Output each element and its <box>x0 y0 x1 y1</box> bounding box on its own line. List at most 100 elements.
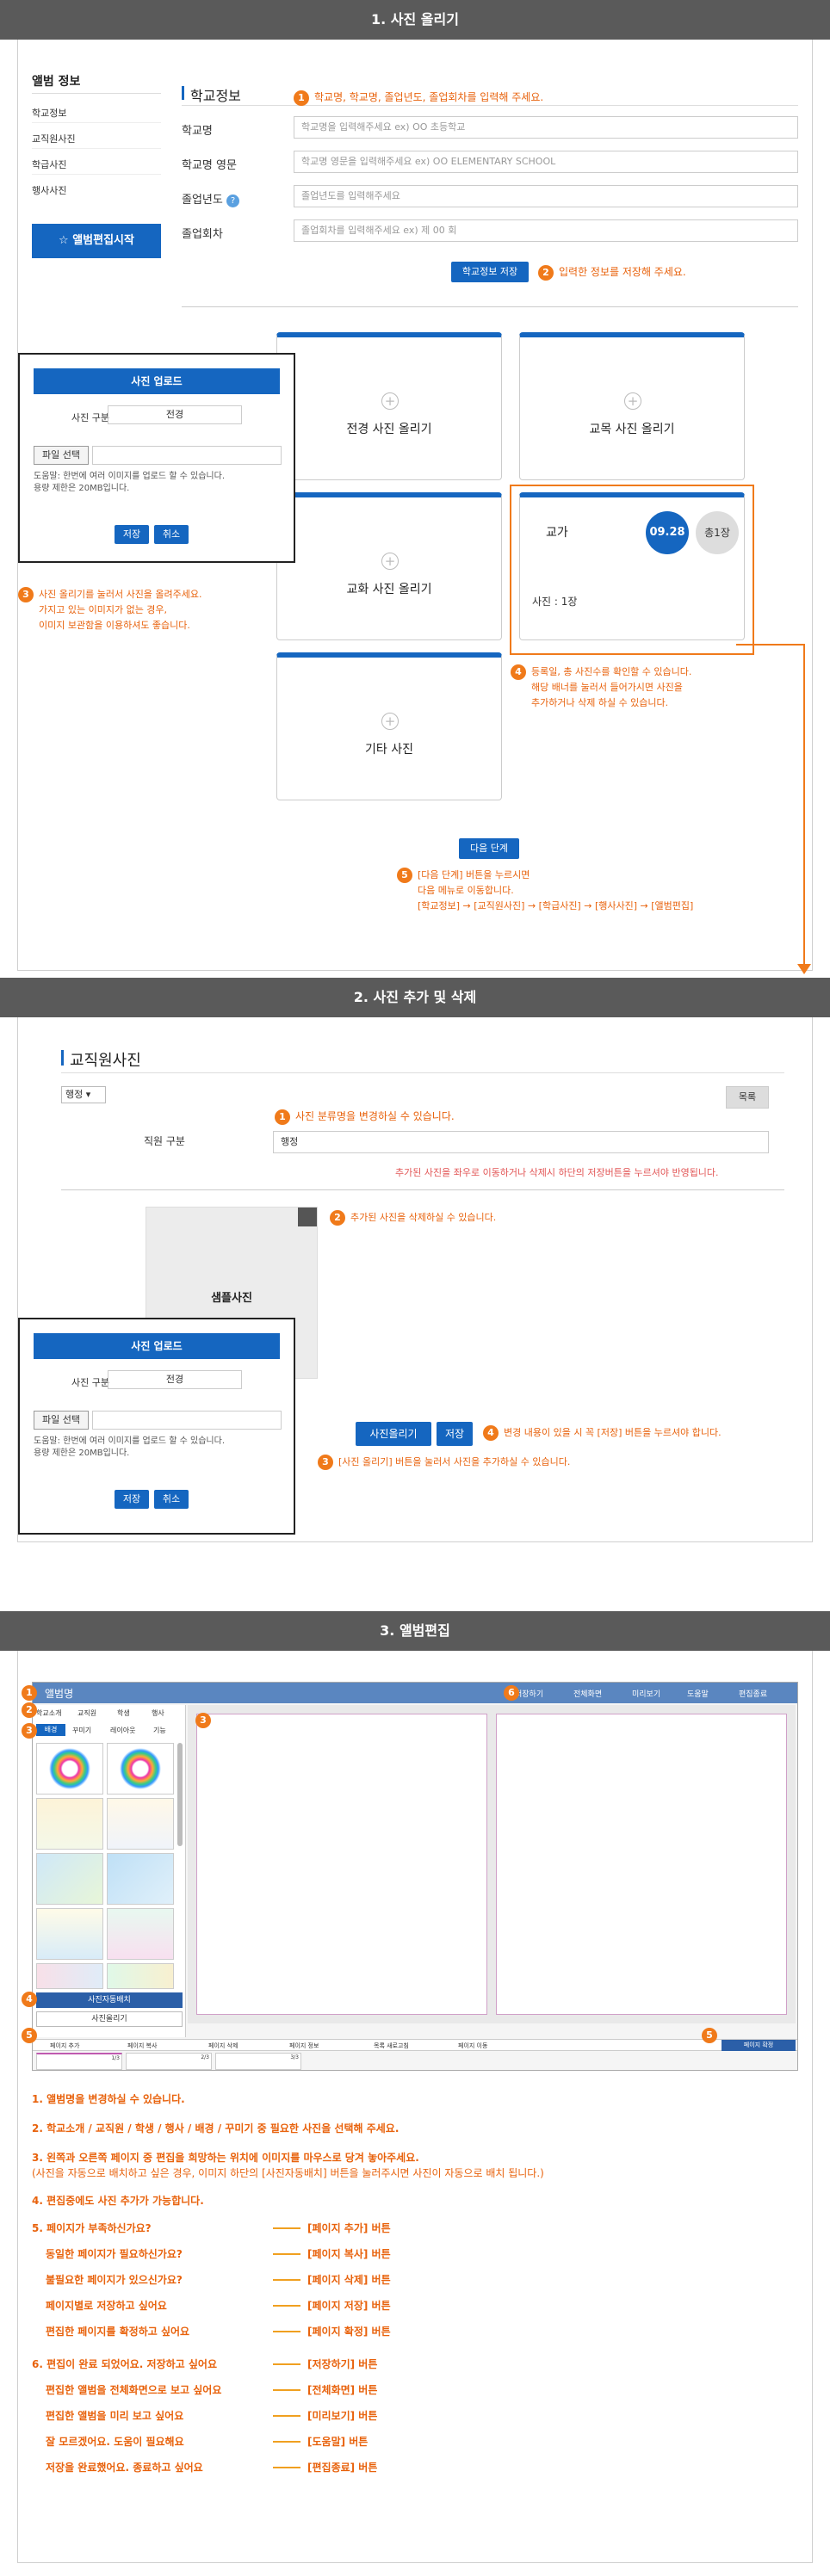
top-preview-button[interactable]: 미리보기 <box>632 1688 660 1699</box>
top-help-button[interactable]: 도움말 <box>687 1688 709 1699</box>
star-icon: ☆ <box>59 234 69 247</box>
card-school-flower-photo[interactable]: + 교화 사진 올리기 <box>276 492 502 640</box>
section3-title: 3. 앨범편집 <box>0 1611 830 1651</box>
page-confirm-button[interactable]: 페이지 확정 <box>722 2040 796 2051</box>
card-title: 기타 사진 <box>365 743 413 757</box>
page-info-button[interactable]: 페이지 정보 <box>289 2042 319 2050</box>
marker-2: 2 <box>22 1702 37 1718</box>
help-icon[interactable]: ? <box>226 195 239 207</box>
guide-answer: [미리보기] 버튼 <box>307 2410 378 2422</box>
popup-save-button[interactable]: 저장 <box>115 525 149 544</box>
page-move-button[interactable]: 페이지 이동 <box>458 2042 487 2050</box>
sidebar-item-school-info[interactable]: 학교정보 <box>32 106 66 120</box>
list-button[interactable]: 목록 <box>726 1086 769 1109</box>
photo-type-select[interactable]: 전경 <box>108 405 242 424</box>
thumb-image[interactable] <box>107 1743 174 1795</box>
grad-year-input[interactable]: 졸업년도를 입력해주세요 <box>294 185 798 207</box>
guide-question: 6. 편집이 완료 되었어요. 저장하고 싶어요 <box>32 2358 217 2370</box>
grad-round-input[interactable]: 졸업회차를 입력해주세요 ex) 제 00 회 <box>294 219 798 242</box>
staff-type-input[interactable]: 행정 <box>273 1131 769 1153</box>
file-path-input[interactable] <box>92 446 282 465</box>
marker-3: 3 <box>195 1713 211 1728</box>
marker-5: 5 <box>22 2028 37 2043</box>
next-step-button[interactable]: 다음 단계 <box>459 838 519 859</box>
file-select-button[interactable]: 파일 선택 <box>34 446 89 465</box>
thumb-image[interactable] <box>36 1743 103 1795</box>
page-thumb-1[interactable]: 1/3 <box>36 2053 122 2070</box>
note3-line1: 사진 올리기를 눌러서 사진을 올려주세요. <box>39 589 202 600</box>
arrow-down-icon <box>797 964 811 974</box>
save-button[interactable]: 저장 <box>437 1422 473 1446</box>
page-copy-button[interactable]: 페이지 복사 <box>127 2042 157 2050</box>
guide-question: 불필요한 페이지가 있으신가요? <box>46 2274 183 2286</box>
thumb-image[interactable] <box>107 1853 174 1905</box>
marker-5: 5 <box>702 2028 717 2043</box>
cat-tab-event[interactable]: 행사 <box>152 1708 164 1718</box>
popup-cancel-button[interactable]: 취소 <box>154 525 189 544</box>
page-thumb-3[interactable]: 3/3 <box>215 2053 301 2070</box>
upload-photo-button[interactable]: 사진올리기 <box>356 1422 431 1446</box>
note3-line2: 가지고 있는 이미지가 없는 경우, <box>39 604 168 615</box>
guide-answer: [저장하기] 버튼 <box>307 2358 378 2370</box>
page-toolbar: 페이지 추가 페이지 복사 페이지 삭제 페이지 정보 목록 새로고침 페이지 … <box>33 2039 797 2051</box>
card-other-photo[interactable]: + 기타 사진 <box>276 652 502 800</box>
school-name-input[interactable]: 학교명을 입력해주세요 ex) OO 초등학교 <box>294 116 798 139</box>
auto-layout-button[interactable]: 사진자동배치 <box>36 1992 183 2008</box>
popup-cancel-button[interactable]: 취소 <box>154 1490 189 1509</box>
sub-tab-layout[interactable]: 레이아웃 <box>110 1726 135 1735</box>
file-select-button[interactable]: 파일 선택 <box>34 1411 89 1430</box>
tool-panel: 학교소개 교직원 학생 행사 배경 꾸미기 레이아웃 기능 사진자동배치 사진올… <box>33 1705 186 2037</box>
popup-title: 사진 업로드 <box>34 1333 280 1359</box>
card-exterior-photo[interactable]: + 전경 사진 올리기 <box>276 332 502 480</box>
total-badge: 총1장 <box>696 511 739 554</box>
sub-tab-decorate[interactable]: 꾸미기 <box>72 1726 91 1735</box>
sidebar-item-class-photo[interactable]: 학급사진 <box>32 158 66 171</box>
sub-tab-function[interactable]: 기능 <box>153 1726 166 1735</box>
left-page[interactable] <box>196 1714 487 2015</box>
plus-icon: + <box>381 553 399 570</box>
section2-title: 2. 사진 추가 및 삭제 <box>0 978 830 1017</box>
cat-tab-staff[interactable]: 교직원 <box>77 1708 96 1718</box>
marker-2: 2 <box>538 264 554 281</box>
thumb-image[interactable] <box>36 1908 103 1960</box>
school-name-en-input[interactable]: 학교명 영문을 입력해주세요 ex) OO ELEMENTARY SCHOOL <box>294 151 798 173</box>
card-school-anthem[interactable]: 교가 09.28 총1장 사진 : 1장 <box>519 492 745 640</box>
help-text-2: 용량 제한은 20MB입니다. <box>34 484 130 493</box>
page-delete-button[interactable]: 페이지 삭제 <box>208 2042 238 2050</box>
thumb-image[interactable] <box>107 1908 174 1960</box>
guide-answer: [도움말] 버튼 <box>307 2436 369 2448</box>
help-text-1: 도움말: 한번에 여러 이미지를 업로드 할 수 있습니다. <box>34 472 225 481</box>
help-text-2: 용량 제한은 20MB입니다. <box>34 1449 130 1458</box>
thumb-image[interactable] <box>107 1798 174 1850</box>
note5-line1: [다음 단계] 버튼을 누르시면 <box>418 869 530 880</box>
popup-save-button[interactable]: 저장 <box>115 1490 149 1509</box>
page-add-button[interactable]: 페이지 추가 <box>50 2042 79 2050</box>
cat-tab-student[interactable]: 학생 <box>117 1708 130 1718</box>
sidebar-item-staff-photo[interactable]: 교직원사진 <box>32 132 76 145</box>
thumb-image[interactable] <box>36 1853 103 1905</box>
delete-photo-icon[interactable] <box>298 1208 317 1226</box>
editor-upload-button[interactable]: 사진올리기 <box>36 2011 183 2027</box>
page-thumb-2[interactable]: 2/3 <box>126 2053 212 2070</box>
album-edit-start-button[interactable]: ☆ 앨범편집시작 <box>32 224 161 258</box>
card-school-tree-photo[interactable]: + 교목 사진 올리기 <box>519 332 745 480</box>
list-refresh-button[interactable]: 목록 새로고침 <box>374 2042 409 2050</box>
file-path-input[interactable] <box>92 1411 282 1430</box>
school-info-save-button[interactable]: 학교정보 저장 <box>451 262 529 282</box>
right-page[interactable] <box>496 1714 787 2015</box>
staff-photo-heading: 교직원사진 <box>70 1052 141 1070</box>
top-exit-button[interactable]: 편집종료 <box>739 1688 767 1699</box>
thumb-image[interactable] <box>107 1963 174 1989</box>
guide-question: 5. 페이지가 부족하신가요? <box>32 2222 152 2234</box>
photo-type-select[interactable]: 전경 <box>108 1370 242 1389</box>
thumb-image[interactable] <box>36 1963 103 1989</box>
album-name[interactable]: 앨범명 <box>45 1686 73 1701</box>
album-edit-start-label: 앨범편집시작 <box>72 234 134 247</box>
thumb-image[interactable] <box>36 1798 103 1850</box>
top-fullscreen-button[interactable]: 전체화면 <box>573 1688 602 1699</box>
scrollbar[interactable] <box>177 1743 183 1846</box>
category-select[interactable]: 행정 ▾ <box>61 1086 106 1103</box>
sidebar-item-event-photo[interactable]: 행사사진 <box>32 183 66 197</box>
marker-1: 1 <box>22 1685 37 1701</box>
guide-question: 편집한 앨범을 전체화면으로 보고 싶어요 <box>46 2384 222 2396</box>
